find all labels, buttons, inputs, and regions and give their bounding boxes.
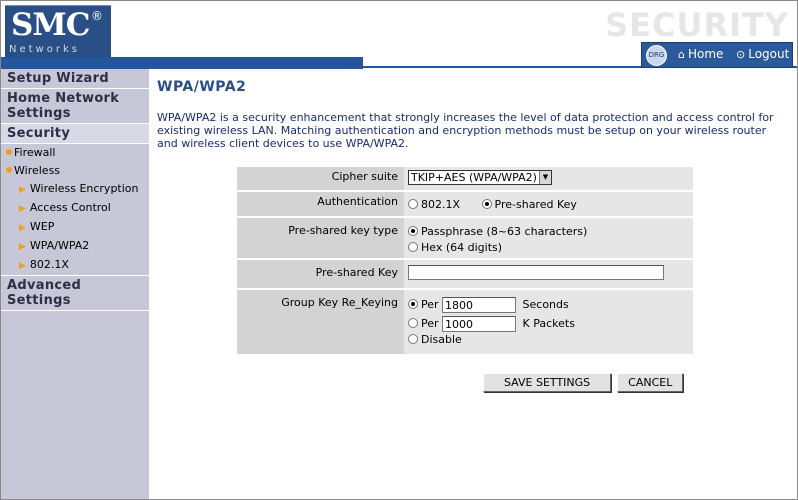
sidebar-item-advanced-settings[interactable]: Advanced Settings [1, 275, 149, 311]
logout-icon: ⊙ [736, 48, 746, 61]
section-title: SECURITY [605, 6, 789, 44]
rekey-packets-radio[interactable] [408, 318, 418, 328]
authentication-field: 802.1X Pre-shared Key [404, 192, 693, 216]
rekey-seconds-unit: Seconds [522, 298, 569, 311]
passphrase-radio[interactable] [408, 226, 418, 236]
security-submenu: Firewall Wireless ▶ Wireless Encryption ▶… [1, 144, 149, 275]
hex-radio[interactable] [408, 242, 418, 252]
rekey-label: Group Key Re_Keying [237, 290, 404, 354]
rekey-packets-input[interactable]: 1000 [442, 316, 517, 332]
sidebar-item-802-1x[interactable]: ▶ 802.1X [1, 256, 149, 275]
triangle-right-icon: ▶ [19, 223, 26, 233]
save-settings-button[interactable]: SAVE SETTINGS [483, 373, 612, 392]
psk-row: Pre-shared Key [237, 260, 693, 290]
sidebar-item-label: Access Control [29, 201, 111, 214]
bullet-icon [6, 149, 12, 155]
sidebar-item-firewall[interactable]: Firewall [1, 144, 149, 162]
page-description: WPA/WPA2 is a security enhancement that … [157, 111, 774, 150]
logout-label: Logout [748, 47, 790, 61]
sidebar-item-wireless-encryption[interactable]: ▶ Wireless Encryption [1, 180, 149, 199]
rekey-packets-option[interactable]: Per 1000 K Packets [408, 314, 689, 333]
psk-type-field: Passphrase (8~63 characters) Hex (64 dig… [404, 218, 693, 258]
chevron-down-icon: ▼ [538, 171, 551, 184]
page-title: WPA/WPA2 [157, 79, 247, 95]
auth-psk-label: Pre-shared Key [494, 198, 577, 211]
home-link[interactable]: ⌂ Home [678, 47, 723, 61]
rekey-per-label: Per [421, 317, 439, 330]
logo-text: SMC [11, 7, 90, 43]
rekey-disable-label: Disable [421, 333, 462, 346]
cipher-suite-value: TKIP+AES (WPA/WPA2) [411, 171, 537, 184]
psk-field [404, 260, 693, 288]
sidebar: Setup Wizard Home Network Settings Secur… [1, 69, 149, 499]
psk-type-passphrase-option[interactable]: Passphrase (8~63 characters) [408, 224, 689, 240]
rekey-seconds-input[interactable]: 1800 [442, 297, 517, 313]
rekey-row: Group Key Re_Keying Per 1800 Seconds Per… [237, 290, 693, 356]
rekey-field: Per 1800 Seconds Per 1000 K Packets Disa… [404, 290, 693, 354]
rekey-per-label: Per [421, 298, 439, 311]
rekey-seconds-radio[interactable] [408, 299, 418, 309]
cipher-suite-field: TKIP+AES (WPA/WPA2) ▼ [404, 167, 693, 190]
authentication-row: Authentication 802.1X Pre-shared Key [237, 192, 693, 218]
sidebar-item-access-control[interactable]: ▶ Access Control [1, 199, 149, 218]
auth-8021x-radio[interactable] [408, 199, 418, 209]
page-frame: SMC ® Networks SECURITY DRG ⌂ Home ⊙ Logou… [0, 0, 798, 500]
main-content: WPA/WPA2 WPA/WPA2 is a security enhancem… [151, 69, 791, 499]
cipher-suite-select[interactable]: TKIP+AES (WPA/WPA2) ▼ [408, 170, 552, 185]
triangle-right-icon: ▶ [19, 204, 26, 214]
psk-type-row: Pre-shared key type Passphrase (8~63 cha… [237, 218, 693, 260]
logo-subtitle: Networks [9, 44, 80, 55]
cancel-button[interactable]: CANCEL [617, 373, 684, 392]
sidebar-item-wpa-wpa2[interactable]: ▶ WPA/WPA2 [1, 237, 149, 256]
auth-8021x-option[interactable]: 802.1X [408, 198, 460, 211]
sidebar-item-security[interactable]: Security [1, 124, 149, 144]
cipher-suite-row: Cipher suite TKIP+AES (WPA/WPA2) ▼ [237, 167, 693, 192]
sidebar-item-wireless[interactable]: Wireless [1, 162, 149, 180]
cipher-suite-label: Cipher suite [237, 167, 404, 190]
sidebar-item-home-network[interactable]: Home Network Settings [1, 89, 149, 124]
rekey-packets-unit: K Packets [522, 317, 575, 330]
top-nav: DRG ⌂ Home ⊙ Logout [641, 42, 793, 68]
rekey-disable-radio[interactable] [408, 334, 418, 344]
header: SMC ® Networks SECURITY DRG ⌂ Home ⊙ Logou… [1, 1, 797, 69]
rekey-disable-option[interactable]: Disable [408, 333, 689, 347]
sidebar-item-setup-wizard[interactable]: Setup Wizard [1, 69, 149, 89]
wpa-settings-form: Cipher suite TKIP+AES (WPA/WPA2) ▼ Authen… [237, 167, 693, 356]
sidebar-item-label: WEP [29, 220, 55, 233]
smc-logo: SMC ® Networks [5, 5, 111, 58]
home-label: Home [687, 47, 724, 61]
hex-label: Hex (64 digits) [421, 241, 503, 254]
triangle-right-icon: ▶ [19, 261, 26, 271]
sidebar-item-label: WPA/WPA2 [29, 239, 90, 252]
psk-input[interactable] [408, 265, 664, 280]
rekey-seconds-option[interactable]: Per 1800 Seconds [408, 295, 689, 314]
psk-type-label: Pre-shared key type [237, 218, 404, 258]
home-icon: ⌂ [678, 48, 685, 61]
logout-link[interactable]: ⊙ Logout [736, 47, 789, 61]
sidebar-item-label: Firewall [14, 146, 56, 159]
globe-icon: DRG [646, 45, 667, 66]
sidebar-item-wep[interactable]: ▶ WEP [1, 218, 149, 237]
sidebar-item-label: Wireless Encryption [29, 182, 139, 195]
passphrase-label: Passphrase (8~63 characters) [421, 225, 588, 238]
psk-label: Pre-shared Key [237, 260, 404, 288]
auth-psk-radio[interactable] [481, 199, 492, 209]
psk-type-hex-option[interactable]: Hex (64 digits) [408, 240, 689, 256]
bullet-icon [6, 167, 12, 173]
auth-8021x-label: 802.1X [421, 198, 461, 211]
authentication-label: Authentication [237, 192, 404, 216]
auth-psk-option[interactable]: Pre-shared Key [481, 198, 577, 211]
triangle-right-icon: ▶ [19, 185, 26, 195]
logo-registered-mark: ® [91, 9, 103, 23]
form-buttons: SAVE SETTINGS CANCEL [483, 371, 689, 392]
sidebar-item-label: Wireless [14, 164, 61, 177]
sidebar-item-label: 802.1X [29, 258, 69, 271]
triangle-right-icon: ▶ [19, 242, 26, 252]
